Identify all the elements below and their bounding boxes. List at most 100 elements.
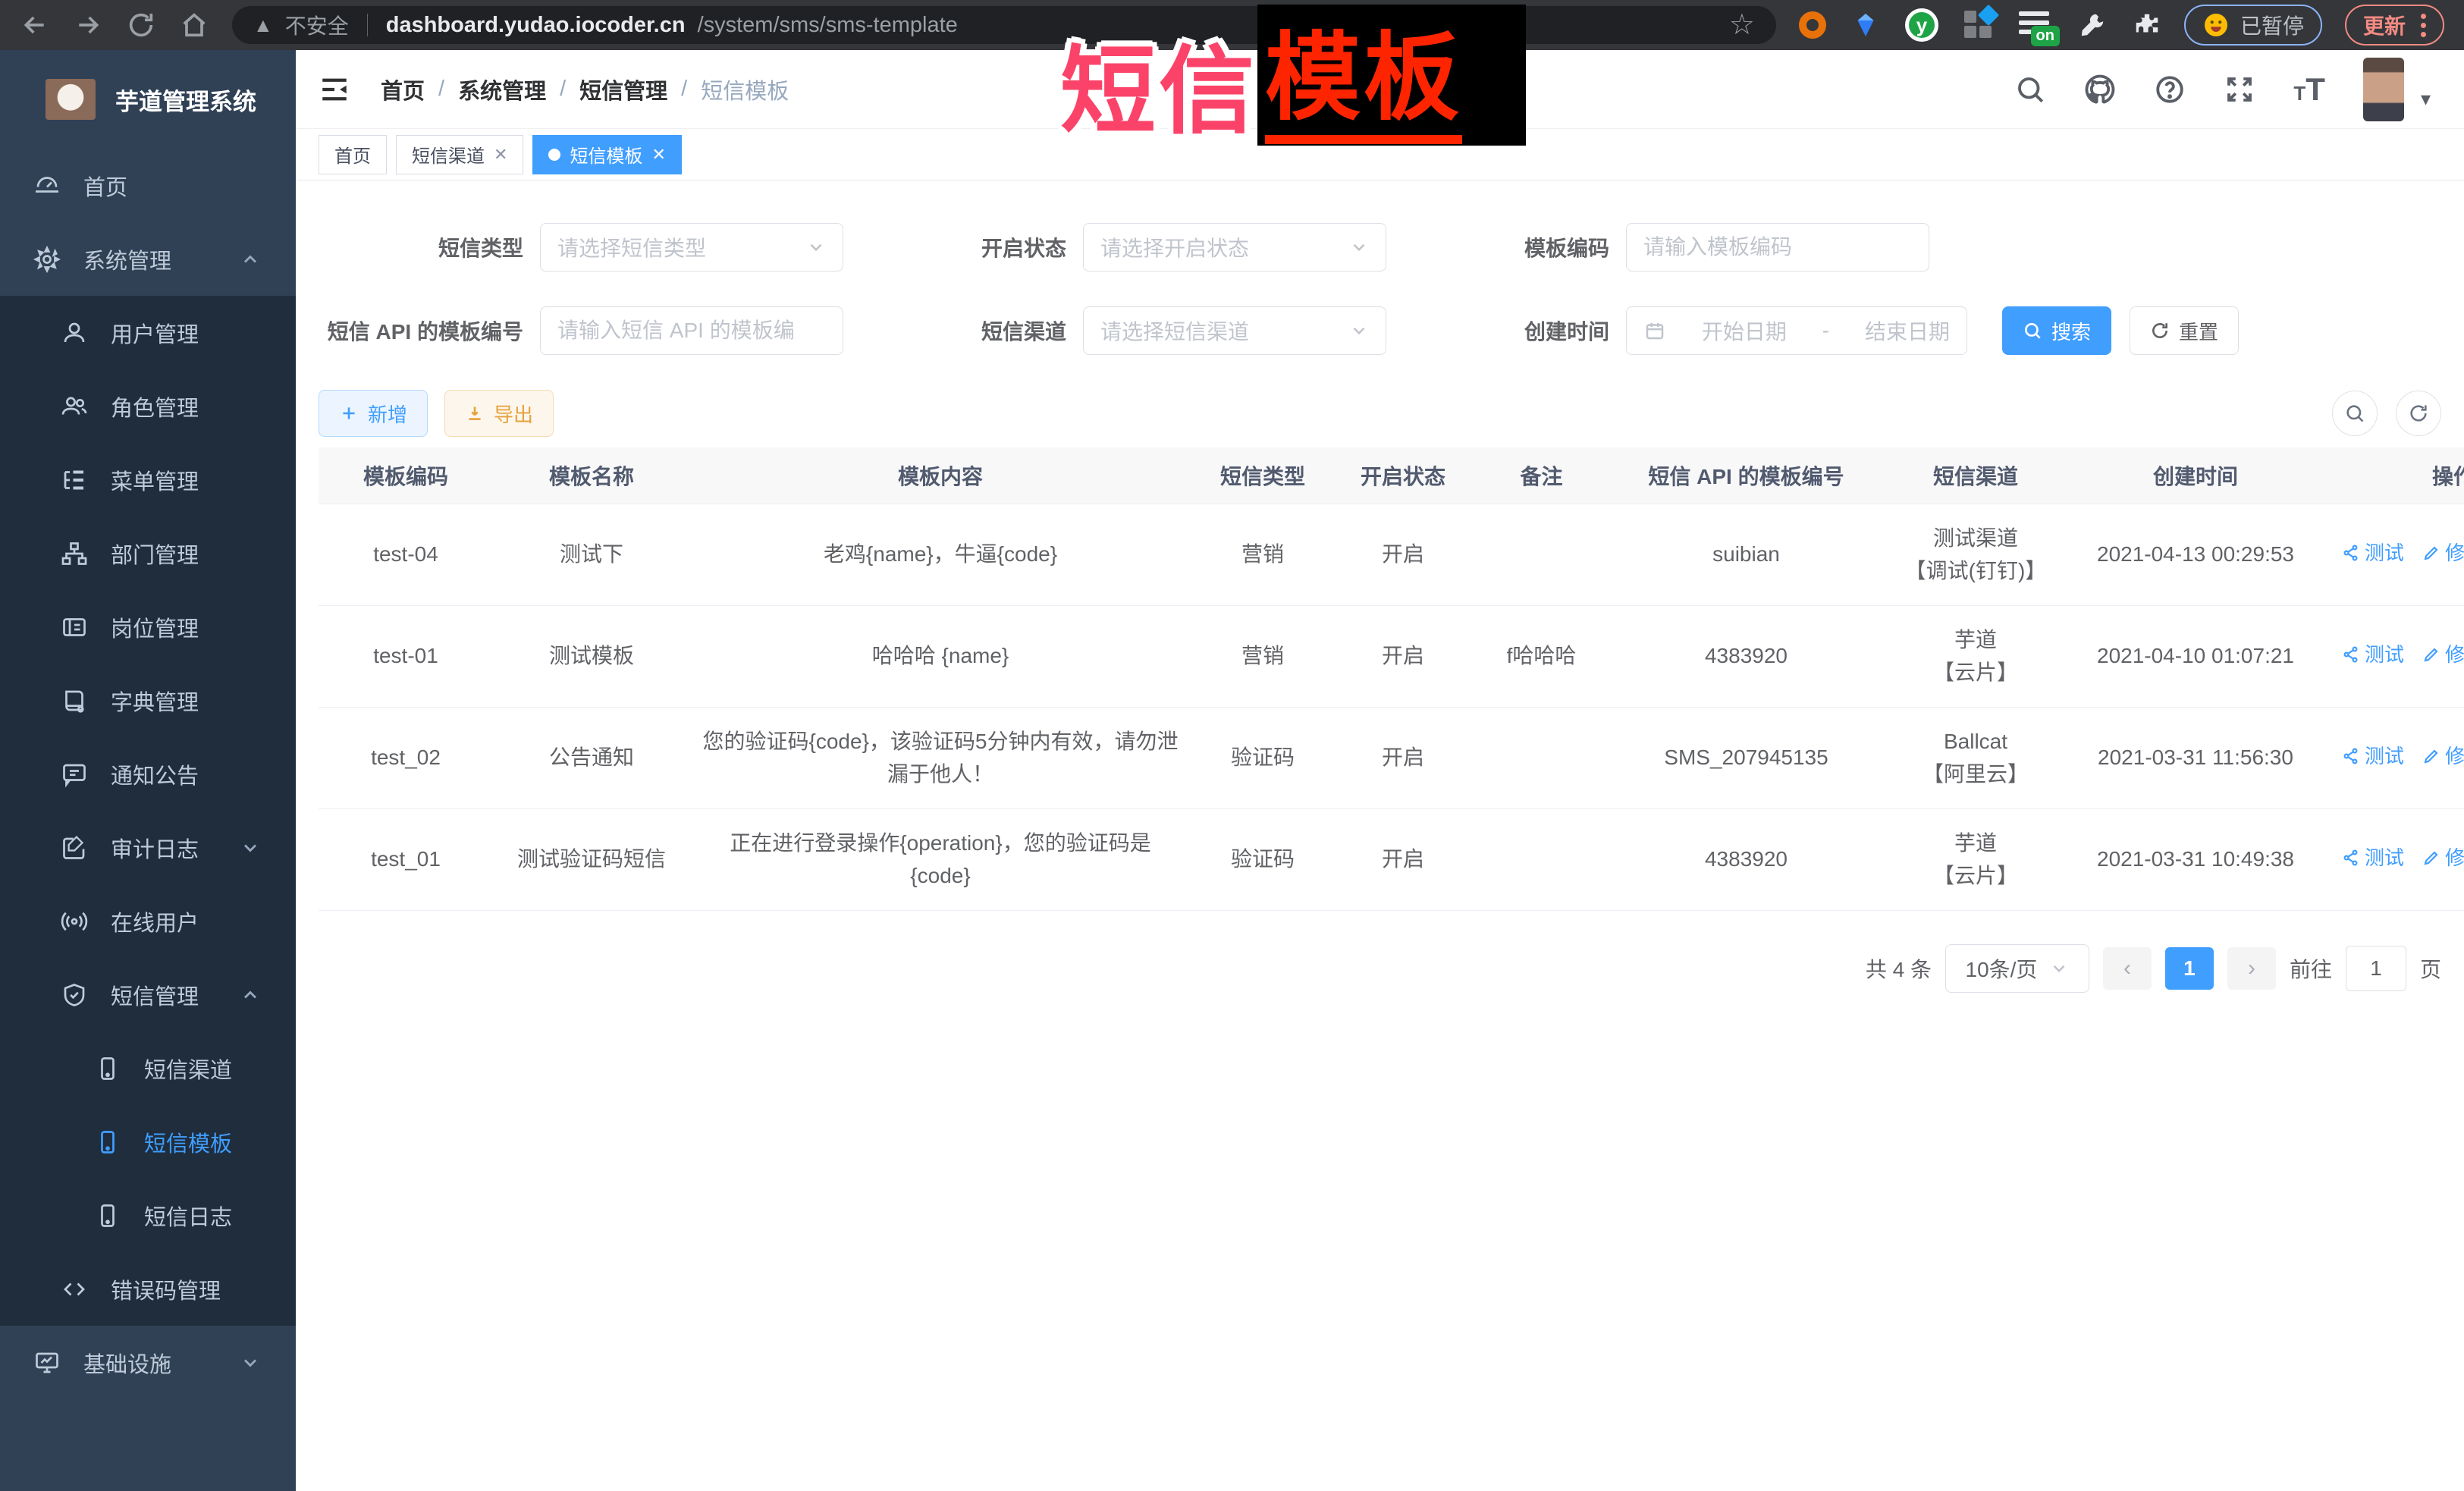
tab-close-icon[interactable]: ✕ xyxy=(494,145,507,165)
sidebar-item-sms-log[interactable]: 短信日志 xyxy=(0,1179,296,1252)
share-icon xyxy=(2342,747,2360,765)
sidebar-item-sms-mgmt[interactable]: 短信管理 xyxy=(0,958,296,1031)
search-button[interactable]: 搜索 xyxy=(2002,306,2111,355)
test-link[interactable]: 测试 xyxy=(2342,843,2404,873)
refresh-icon xyxy=(2408,403,2429,424)
test-link[interactable]: 测试 xyxy=(2342,538,2404,568)
system-submenu: 用户管理 角色管理 菜单管理 部门管理 岗位管理 字典管理 xyxy=(0,296,296,1326)
goto-page-input[interactable] xyxy=(2346,946,2406,991)
status-select[interactable]: 请选择开启状态 xyxy=(1083,223,1386,272)
sidebar-item-dict-mgmt[interactable]: 字典管理 xyxy=(0,664,296,737)
tab-sms-template[interactable]: 短信模板 ✕ xyxy=(532,135,681,174)
extension-y-icon[interactable]: y xyxy=(1905,8,1938,42)
sidebar-item-error-code[interactable]: 错误码管理 xyxy=(0,1252,296,1326)
browser-forward-icon[interactable] xyxy=(73,10,103,40)
edit-link[interactable]: 修改 xyxy=(2422,538,2464,568)
browser-home-icon[interactable] xyxy=(179,10,209,40)
sidebar-item-menu-mgmt[interactable]: 菜单管理 xyxy=(0,443,296,516)
table-row: test-04 测试下 老鸡{name}，牛逼{code} 营销 开启 suib… xyxy=(319,504,2464,605)
table-refresh-button[interactable] xyxy=(2396,391,2441,436)
active-tab-dot xyxy=(548,149,560,161)
breadcrumb-item[interactable]: 系统管理 xyxy=(458,74,546,105)
tab-sms-channel[interactable]: 短信渠道 ✕ xyxy=(396,135,523,174)
sidebar-item-infrastructure[interactable]: 基础设施 xyxy=(0,1326,296,1399)
goto-label: 前往 xyxy=(2290,953,2332,984)
security-label: 不安全 xyxy=(285,10,349,40)
sidebar-item-sms-template[interactable]: 短信模板 xyxy=(0,1105,296,1179)
add-button[interactable]: 新增 xyxy=(319,390,428,437)
edit-link[interactable]: 修改 xyxy=(2422,741,2464,771)
extension-ring-icon[interactable] xyxy=(1799,11,1826,39)
users-icon xyxy=(61,393,88,420)
test-link[interactable]: 测试 xyxy=(2342,741,2404,771)
cell-actions: 测试修改删除 xyxy=(2321,707,2464,808)
sidebar-item-role-mgmt[interactable]: 角色管理 xyxy=(0,369,296,443)
reset-button[interactable]: 重置 xyxy=(2130,306,2239,355)
edit-link[interactable]: 修改 xyxy=(2422,843,2464,873)
help-icon[interactable] xyxy=(2154,74,2186,105)
user-avatar[interactable] xyxy=(2363,58,2404,121)
extension-puzzle-icon[interactable] xyxy=(2133,11,2161,39)
next-page-button[interactable]: › xyxy=(2227,947,2276,990)
breadcrumb-item[interactable]: 短信管理 xyxy=(579,74,667,105)
sms-channel-select[interactable]: 请选择短信渠道 xyxy=(1083,306,1386,355)
fullscreen-icon[interactable] xyxy=(2224,74,2255,105)
shield-check-icon xyxy=(61,981,88,1009)
sidebar-collapse-icon[interactable] xyxy=(319,74,350,105)
cell-channel: 测试渠道 【调试(钉钉)】 xyxy=(1881,504,2070,605)
create-time-range-picker[interactable]: 开始日期 - 结束日期 xyxy=(1626,306,1967,355)
tab-home[interactable]: 首页 xyxy=(319,135,387,174)
profile-paused-chip[interactable]: 已暂停 xyxy=(2184,5,2322,46)
browser-back-icon[interactable] xyxy=(20,10,50,40)
cell-code: test_02 xyxy=(319,707,493,808)
cell-status: 开启 xyxy=(1335,808,1471,910)
cell-create-time: 2021-03-31 11:56:30 xyxy=(2070,707,2321,808)
prev-page-button[interactable]: ‹ xyxy=(2103,947,2152,990)
extension-grid-icon[interactable] xyxy=(1964,11,1993,39)
font-size-icon[interactable]: TT xyxy=(2293,74,2325,105)
test-link[interactable]: 测试 xyxy=(2342,639,2404,670)
breadcrumb-item[interactable]: 首页 xyxy=(381,74,425,105)
sms-type-select[interactable]: 请选择短信类型 xyxy=(540,223,843,272)
col-header: 短信渠道 xyxy=(1881,447,2070,504)
bookmark-star-icon[interactable]: ☆ xyxy=(1729,11,1755,39)
header-search-icon[interactable] xyxy=(2014,74,2046,105)
sidebar-item-label: 通知公告 xyxy=(111,758,199,790)
sidebar-item-notice[interactable]: 通知公告 xyxy=(0,737,296,811)
sidebar-item-audit-log[interactable]: 审计日志 xyxy=(0,811,296,884)
extension-wrench-icon[interactable] xyxy=(2078,11,2107,39)
address-bar[interactable]: ▲ 不安全 dashboard.yudao.iocoder.cn/system/… xyxy=(232,6,1776,44)
extension-list-icon[interactable]: on xyxy=(2019,10,2052,40)
export-button[interactable]: 导出 xyxy=(444,390,554,437)
sidebar-item-user-mgmt[interactable]: 用户管理 xyxy=(0,296,296,369)
avatar-caret-icon[interactable]: ▾ xyxy=(2421,87,2431,111)
app-logo-row[interactable]: 芋道管理系统 xyxy=(0,50,296,149)
browser-menu-icon[interactable] xyxy=(2416,14,2426,37)
api-template-id-field xyxy=(540,306,843,355)
edit-link[interactable]: 修改 xyxy=(2422,639,2464,670)
table-search-toggle-button[interactable] xyxy=(2332,391,2378,436)
sidebar-item-label: 系统管理 xyxy=(83,243,171,275)
sidebar-item-home[interactable]: 首页 xyxy=(0,149,296,222)
extension-gem-icon[interactable] xyxy=(1852,11,1879,39)
sidebar-item-sms-channel[interactable]: 短信渠道 xyxy=(0,1031,296,1105)
sidebar-item-dept-mgmt[interactable]: 部门管理 xyxy=(0,516,296,590)
sidebar-item-label: 错误码管理 xyxy=(111,1273,221,1305)
col-header: 模板内容 xyxy=(690,447,1191,504)
current-page-button[interactable]: 1 xyxy=(2165,947,2214,990)
sidebar-item-label: 字典管理 xyxy=(111,685,199,717)
sidebar-item-system-mgmt[interactable]: 系统管理 xyxy=(0,222,296,296)
browser-reload-icon[interactable] xyxy=(126,10,156,40)
breadcrumb-item-current: 短信模板 xyxy=(701,74,789,105)
browser-update-chip[interactable]: 更新 xyxy=(2345,5,2444,46)
github-icon[interactable] xyxy=(2084,74,2116,105)
page-size-select[interactable]: 10条/页 xyxy=(1945,944,2089,993)
sidebar-item-post-mgmt[interactable]: 岗位管理 xyxy=(0,590,296,664)
sidebar-item-online-users[interactable]: 在线用户 xyxy=(0,884,296,958)
template-code-input[interactable] xyxy=(1643,224,1912,271)
tab-close-icon[interactable]: ✕ xyxy=(651,145,665,165)
cell-status: 开启 xyxy=(1335,504,1471,605)
not-secure-warning-icon: ▲ xyxy=(253,14,273,37)
api-template-id-input[interactable] xyxy=(557,307,826,354)
cell-api-id: SMS_207945135 xyxy=(1612,707,1881,808)
